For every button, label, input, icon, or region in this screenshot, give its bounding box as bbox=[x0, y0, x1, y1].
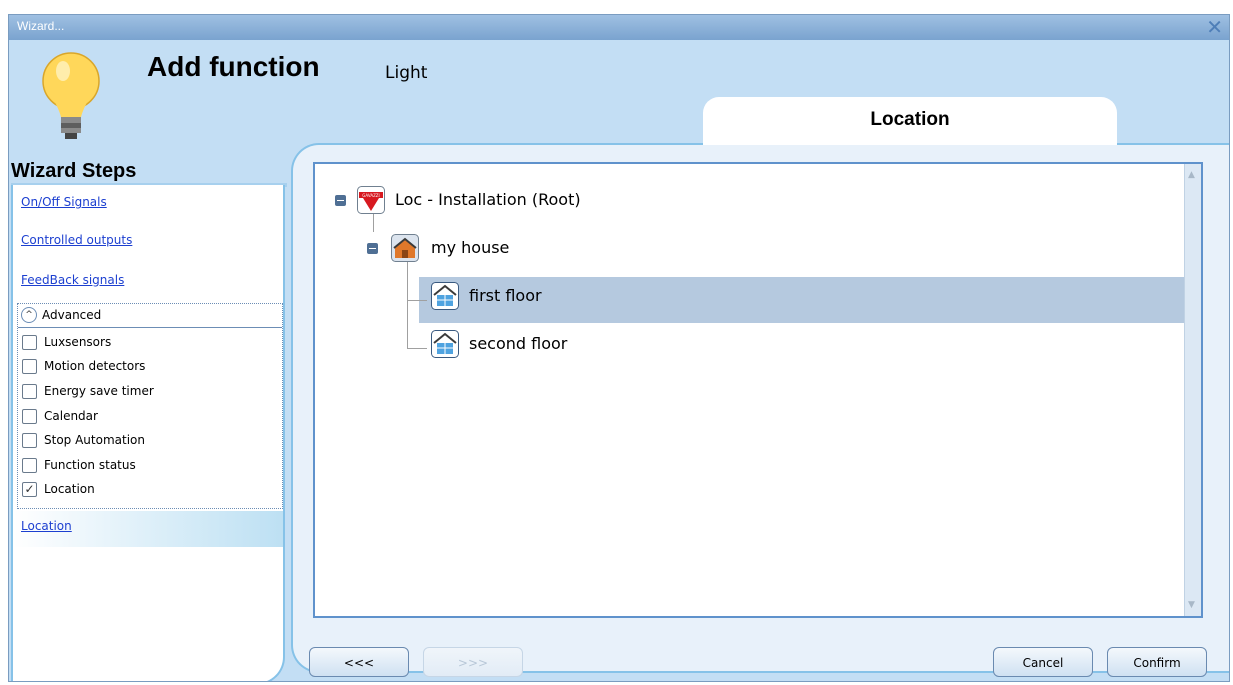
checkbox[interactable] bbox=[22, 433, 37, 448]
step-link-location[interactable]: Location bbox=[13, 511, 283, 547]
steps-heading: Wizard Steps bbox=[11, 160, 137, 182]
house-icon bbox=[391, 234, 419, 262]
checkbox[interactable] bbox=[22, 409, 37, 424]
collapse-icon[interactable]: ^ bbox=[21, 307, 37, 323]
scroll-up-icon[interactable]: ▲ bbox=[1188, 170, 1195, 180]
tree-node-label: second floor bbox=[469, 334, 568, 353]
checkbox-checked[interactable]: ✓ bbox=[22, 482, 37, 497]
carlo-gavazzi-logo-icon: GAVAZZI bbox=[357, 186, 385, 214]
confirm-button[interactable]: Confirm bbox=[1107, 647, 1207, 677]
step-link-feedback-signals[interactable]: FeedBack signals bbox=[21, 273, 124, 287]
tree-connector bbox=[407, 348, 427, 349]
advanced-label: Advanced bbox=[42, 308, 102, 322]
advanced-header[interactable]: ^ Advanced bbox=[18, 304, 282, 328]
tab-label: Location bbox=[870, 109, 950, 130]
checkbox[interactable] bbox=[22, 384, 37, 399]
step-link-controlled-outputs[interactable]: Controlled outputs bbox=[21, 233, 132, 247]
tab-location[interactable]: Location bbox=[703, 97, 1117, 145]
tree-node-label: my house bbox=[431, 238, 510, 257]
scroll-down-icon[interactable]: ▼ bbox=[1188, 600, 1195, 610]
collapse-icon[interactable] bbox=[367, 243, 378, 254]
cancel-button[interactable]: Cancel bbox=[993, 647, 1093, 677]
advanced-group: ^ Advanced Luxsensors Motion detectors E… bbox=[17, 303, 283, 509]
checkbox-label: Calendar bbox=[44, 409, 98, 423]
checkbox[interactable] bbox=[22, 335, 37, 350]
checkbox[interactable] bbox=[22, 359, 37, 374]
steps-panel: On/Off Signals Controlled outputs FeedBa… bbox=[11, 185, 285, 681]
collapse-icon[interactable] bbox=[335, 195, 346, 206]
tree-node-label: Loc - Installation (Root) bbox=[395, 190, 581, 209]
floor-icon bbox=[431, 282, 459, 310]
tree-connector bbox=[407, 300, 427, 301]
page-title: Add function bbox=[147, 51, 320, 82]
checkbox-label: Function status bbox=[44, 458, 136, 472]
close-icon[interactable]: ✕ bbox=[1206, 16, 1223, 38]
title-bar: Wizard... ✕ bbox=[9, 15, 1229, 40]
checkbox-label: Luxsensors bbox=[44, 335, 112, 349]
vertical-scrollbar[interactable]: ▲ ▼ bbox=[1184, 164, 1201, 616]
floor-icon bbox=[431, 330, 459, 358]
tree-node-label: first floor bbox=[469, 286, 542, 305]
wizard-window: Wizard... ✕ Add function Light Location … bbox=[8, 14, 1230, 682]
checkbox-label: Motion detectors bbox=[44, 359, 146, 373]
light-bulb-icon bbox=[42, 52, 100, 139]
checkbox-label: Stop Automation bbox=[44, 433, 145, 447]
checkbox[interactable] bbox=[22, 458, 37, 473]
window-title: Wizard... bbox=[17, 19, 65, 33]
back-button[interactable]: <<< bbox=[309, 647, 409, 677]
checkbox-label: Location bbox=[44, 482, 95, 496]
checkbox-label: Energy save timer bbox=[44, 384, 154, 398]
logo-text: GAVAZZI bbox=[362, 193, 379, 198]
location-tree[interactable]: GAVAZZI Loc - Installation (Root) my hou… bbox=[313, 162, 1203, 618]
function-type-label: Light bbox=[385, 63, 428, 83]
step-link-onoff-signals[interactable]: On/Off Signals bbox=[21, 195, 107, 209]
next-button[interactable]: >>> bbox=[423, 647, 523, 677]
